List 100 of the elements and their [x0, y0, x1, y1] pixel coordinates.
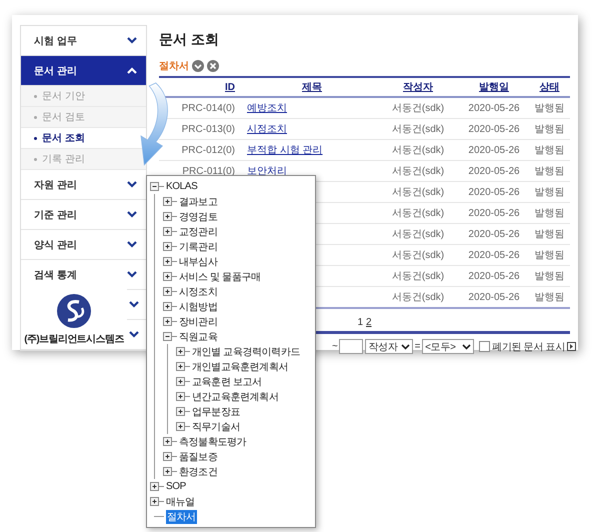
table-cell: 서동건(sdk)	[392, 166, 444, 177]
table-cell: 발행됨	[534, 124, 564, 135]
table-cell: 2020-05-26	[468, 144, 520, 156]
column-header[interactable]: 작성자	[403, 82, 433, 93]
document-link[interactable]: 시정조치	[247, 124, 287, 135]
expand-box-icon[interactable]	[163, 286, 178, 297]
table-cell: 서동건(sdk)	[392, 103, 444, 114]
tree-item[interactable]: 장비관리	[178, 314, 218, 328]
chevron-down-icon	[129, 301, 139, 308]
expand-box-icon[interactable]	[176, 346, 191, 357]
table-cell: 2020-05-26	[468, 124, 520, 134]
column-header[interactable]: 상태	[540, 82, 560, 93]
expand-box-icon[interactable]	[163, 271, 178, 282]
chevron-down-circle-icon[interactable]	[192, 60, 204, 72]
column-header[interactable]: 발행일	[479, 82, 509, 93]
menu-label: 자원 관리	[34, 178, 77, 192]
table-cell: 발행됨	[534, 166, 564, 177]
table-cell: 2020-05-26	[468, 292, 520, 302]
table-cell: PRC-014(0)	[182, 102, 235, 114]
menu-label: 문서 관리	[34, 64, 77, 78]
menu-label: 기준 관리	[34, 208, 77, 222]
expand-box-icon[interactable]	[163, 451, 178, 462]
table-cell: PRC-012(0)	[182, 144, 235, 156]
expand-box-icon[interactable]	[163, 301, 178, 312]
equals-sign: =	[414, 341, 420, 352]
table-cell: 발행됨	[534, 292, 564, 303]
tree-item[interactable]: 개인별 교육경력이력카드	[191, 344, 301, 358]
tree-item[interactable]: 기록관리	[178, 240, 218, 254]
collapse-box-icon[interactable]	[163, 331, 178, 342]
table-cell: 발행됨	[534, 250, 564, 261]
expand-box-icon[interactable]	[163, 466, 178, 477]
tree-item[interactable]: 개인별교육훈련계획서	[191, 360, 290, 374]
tree-item[interactable]: 교육훈련 보고서	[191, 374, 263, 388]
table-cell: 서동건(sdk)	[392, 187, 444, 198]
tree-item[interactable]: KOLAS	[165, 181, 198, 192]
field-select[interactable]: 작성자	[365, 339, 413, 354]
close-circle-icon[interactable]	[207, 60, 219, 72]
checkbox[interactable]	[479, 341, 490, 352]
expand-box-icon[interactable]	[163, 436, 178, 447]
tree-item[interactable]: 결과보고	[178, 194, 218, 208]
tree-item[interactable]: 서비스 및 물품구매	[178, 270, 262, 284]
table-cell: 2020-05-26	[468, 228, 520, 240]
expand-box-icon[interactable]	[176, 361, 191, 372]
tree-item[interactable]: 교정관리	[178, 224, 218, 238]
checkbox-label: 폐기된 문서 표시	[492, 340, 565, 354]
tree-item[interactable]: 절차서	[166, 510, 197, 524]
document-link[interactable]: 보안처리	[247, 166, 287, 177]
tree-item[interactable]: 업무분장표	[191, 404, 242, 418]
expand-box-icon[interactable]	[163, 316, 178, 327]
expand-box-icon[interactable]	[163, 211, 178, 222]
chevron-down-icon	[127, 241, 137, 248]
tree-item[interactable]: 직무기술서	[191, 420, 242, 434]
table-cell: 발행됨	[534, 187, 564, 198]
table-cell: 2020-05-26	[468, 208, 520, 218]
expand-box-icon[interactable]	[176, 406, 191, 417]
table-cell: 서동건(sdk)	[392, 271, 444, 282]
table-cell: 서동건(sdk)	[392, 292, 444, 303]
tree-item[interactable]: 시험방법	[178, 300, 218, 314]
expand-box-icon[interactable]	[176, 391, 191, 402]
expand-box-icon[interactable]	[163, 241, 178, 252]
expand-box-icon[interactable]	[163, 256, 178, 267]
table-cell: PRC-013(0)	[182, 124, 235, 134]
collapse-box-icon[interactable]	[150, 181, 165, 192]
expand-box-icon[interactable]	[176, 376, 191, 387]
chevron-down-icon	[127, 271, 137, 278]
tree-item[interactable]: 년간교육훈련계획서	[191, 390, 280, 404]
tree-item[interactable]: 경영검토	[178, 210, 218, 224]
column-header[interactable]: 제목	[302, 82, 322, 93]
page-link[interactable]: 1	[357, 317, 363, 328]
value-select[interactable]: <모두>	[422, 339, 474, 354]
submenu-label: 문서 기안	[42, 90, 85, 103]
menu-item[interactable]: 문서 관리	[21, 56, 146, 86]
menu-label: 시험 업무	[34, 34, 77, 48]
range-separator: ~	[332, 341, 338, 352]
expand-box-icon[interactable]	[150, 481, 165, 492]
dropdown-caret-icon	[462, 344, 472, 350]
page-link[interactable]: 2	[366, 317, 372, 328]
tree-item[interactable]: 측정불확도평가	[178, 434, 248, 448]
expand-box-icon[interactable]	[163, 196, 178, 207]
tree-item[interactable]: 품질보증	[178, 450, 218, 464]
breadcrumb-label: 절차서	[159, 60, 189, 73]
expand-square-icon[interactable]	[567, 342, 576, 351]
document-link[interactable]: 예방조치	[247, 103, 287, 114]
tree-item[interactable]: 직원교육	[178, 330, 218, 344]
tree-item[interactable]: 시정조치	[178, 284, 218, 298]
chevron-down-icon	[129, 331, 139, 338]
tree-item[interactable]: SOP	[165, 481, 187, 492]
table-cell: 발행됨	[534, 145, 564, 156]
tree-item[interactable]: 매뉴얼	[165, 494, 196, 508]
expand-box-icon[interactable]	[176, 421, 191, 432]
date-input-field[interactable]	[339, 339, 364, 354]
expand-box-icon[interactable]	[150, 496, 165, 507]
column-header[interactable]: ID	[225, 82, 235, 92]
document-link[interactable]: 부적합 시험 관리	[247, 145, 323, 156]
table-cell: 발행됨	[534, 103, 564, 114]
expand-box-icon[interactable]	[163, 226, 178, 237]
table-cell: 발행됨	[534, 208, 564, 219]
tree-item[interactable]: 내부심사	[178, 254, 218, 268]
company-name: (주)브릴리언트시스템즈	[24, 333, 124, 346]
tree-item[interactable]: 환경조건	[178, 464, 218, 478]
